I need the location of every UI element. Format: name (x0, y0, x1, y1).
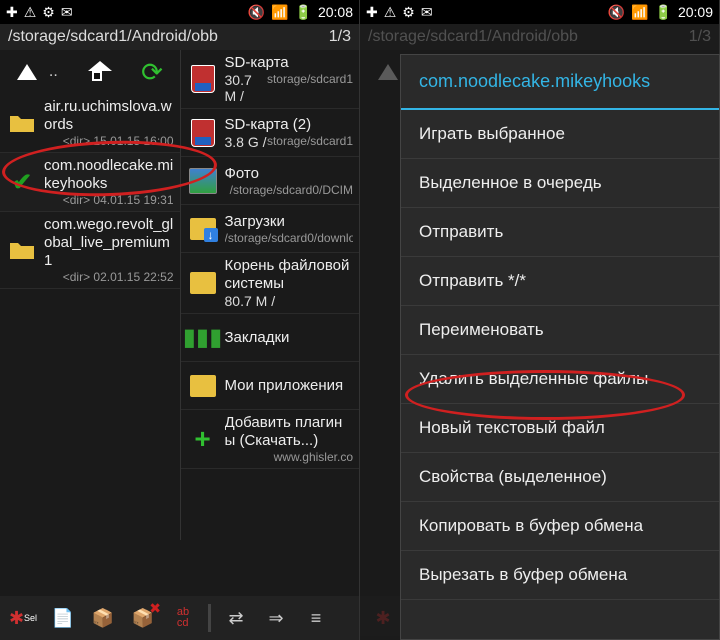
entry-name: Закладки (225, 329, 354, 347)
battery-icon: 🔋 (655, 4, 672, 21)
root-entry[interactable]: Корень файловой системы 80.7 M / (181, 253, 360, 314)
entry-name: SD-карта (225, 54, 354, 72)
plus-icon: + (187, 423, 219, 455)
home-button[interactable] (82, 56, 113, 88)
forward-button[interactable]: ⇒ (261, 603, 291, 633)
pack-button[interactable]: 📦 (88, 603, 118, 633)
entry-name: Добавить плагины (Скачать...) (225, 414, 354, 450)
bottom-bar: ✱Sel 📄 📦 📦✖ ab cd ⇄ ⇒ ≡ (0, 596, 359, 640)
entry-name: Корень файловой системы (225, 257, 354, 293)
path-text: /storage/sdcard1/Android/obb (8, 28, 321, 46)
path-counter: 1/3 (329, 28, 351, 46)
add-plugin-entry[interactable]: + Добавить плагины (Скачать...) www.ghis… (181, 410, 360, 469)
folder-entry[interactable]: com.wego.revolt_global_live_premium1 <di… (0, 212, 180, 289)
entry-name: air.ru.uchimslova.words (44, 98, 174, 134)
wifi-icon: 📶 (631, 4, 648, 21)
ctx-properties[interactable]: Свойства (выделенное) (401, 453, 719, 502)
select-button[interactable]: ✱Sel (8, 603, 38, 633)
copy-button[interactable]: 📄 (48, 603, 78, 633)
status-bar: ✚ ⚠ ⚙ ✉ 🔇 📶 🔋 20:09 (360, 0, 719, 24)
entry-name: com.noodlecake.mikeyhooks (44, 157, 174, 193)
ctx-send[interactable]: Отправить (401, 208, 719, 257)
menu-button[interactable]: ≡ (301, 603, 331, 633)
download-icon (190, 218, 216, 240)
clock-text: 20:09 (678, 4, 713, 20)
storage-entry[interactable]: SD-карта (2) 3.8 G / storage/sdcard1 (181, 109, 360, 157)
settings-status-icon: ⚙ (42, 4, 55, 21)
ctx-play[interactable]: Играть выбранное (401, 110, 719, 159)
sort-button[interactable]: ab cd (168, 603, 198, 633)
ctx-new-text[interactable]: Новый текстовый файл (401, 404, 719, 453)
battery-icon: 🔋 (295, 4, 312, 21)
sd-card-icon (191, 119, 215, 147)
path-bar-dim: /storage/sdcard1/Android/obb 1/3 (360, 24, 719, 50)
apps-entry[interactable]: Мои приложения (181, 362, 360, 410)
downloads-entry[interactable]: Загрузки /storage/sdcard0/download (181, 205, 360, 253)
plus-status-icon: ✚ (6, 4, 18, 21)
bookmarks-entry[interactable]: ▮▮▮ Закладки (181, 314, 360, 362)
up-button[interactable] (12, 56, 43, 88)
right-pane: SD-карта 30.7 M / storage/sdcard1 SD-кар… (180, 50, 360, 540)
ctx-title: com.noodlecake.mikeyhooks (401, 55, 719, 110)
photo-entry[interactable]: Фото /storage/sdcard0/DCIM (181, 157, 360, 205)
entry-meta: <dir> 15.01.15 16:00 (44, 134, 174, 148)
wifi-icon: 📶 (271, 4, 288, 21)
entry-meta: <dir> 02.01.15 22:52 (44, 270, 174, 284)
mail-status-icon: ✉ (61, 4, 73, 21)
ctx-rename[interactable]: Переименовать (401, 306, 719, 355)
check-icon: ✔ (6, 166, 38, 198)
ctx-delete[interactable]: Удалить выделенные файлы (401, 355, 719, 404)
ctx-queue[interactable]: Выделенное в очередь (401, 159, 719, 208)
settings-status-icon: ⚙ (402, 4, 415, 21)
left-pane: .. ⟳ air.ru.uchimslova.words <dir> 15.01… (0, 50, 180, 540)
entry-meta: <dir> 04.01.15 19:31 (44, 193, 174, 207)
up-label: .. (49, 63, 58, 81)
apps-icon (190, 375, 216, 397)
ctx-send-all[interactable]: Отправить */* (401, 257, 719, 306)
delete-button[interactable]: 📦✖ (128, 603, 158, 633)
entry-name: Загрузки (225, 213, 354, 231)
status-bar: ✚ ⚠ ⚙ ✉ 🔇 📶 🔋 20:08 (0, 0, 359, 24)
mail-status-icon: ✉ (421, 4, 433, 21)
ctx-copy-clip[interactable]: Копировать в буфер обмена (401, 502, 719, 551)
mute-icon: 🔇 (608, 4, 625, 21)
photo-icon (189, 168, 217, 194)
sd-card-icon (191, 65, 215, 93)
entry-name: com.wego.revolt_global_live_premium1 (44, 216, 174, 270)
clock-text: 20:08 (318, 4, 353, 20)
bookmark-icon: ▮▮▮ (187, 322, 219, 354)
refresh-button[interactable]: ⟳ (137, 56, 168, 88)
entry-name: Мои приложения (225, 377, 354, 395)
warning-status-icon: ⚠ (384, 4, 397, 21)
mute-icon: 🔇 (248, 4, 265, 21)
entry-name: Фото (225, 165, 354, 183)
context-menu: com.noodlecake.mikeyhooks Играть выбранн… (400, 54, 720, 640)
plus-status-icon: ✚ (366, 4, 378, 21)
folder-icon (190, 272, 216, 294)
entry-name: SD-карта (2) (225, 116, 354, 134)
ctx-cut-clip[interactable]: Вырезать в буфер обмена (401, 551, 719, 600)
swap-button[interactable]: ⇄ (221, 603, 251, 633)
warning-status-icon: ⚠ (24, 4, 37, 21)
folder-entry[interactable]: air.ru.uchimslova.words <dir> 15.01.15 1… (0, 94, 180, 153)
toolbar: .. ⟳ (0, 50, 180, 94)
phone-left: ✚ ⚠ ⚙ ✉ 🔇 📶 🔋 20:08 /storage/sdcard1/And… (0, 0, 360, 640)
path-bar[interactable]: /storage/sdcard1/Android/obb 1/3 (0, 24, 359, 50)
folder-entry-selected[interactable]: ✔ com.noodlecake.mikeyhooks <dir> 04.01.… (0, 153, 180, 212)
storage-entry[interactable]: SD-карта 30.7 M / storage/sdcard1 (181, 50, 360, 109)
